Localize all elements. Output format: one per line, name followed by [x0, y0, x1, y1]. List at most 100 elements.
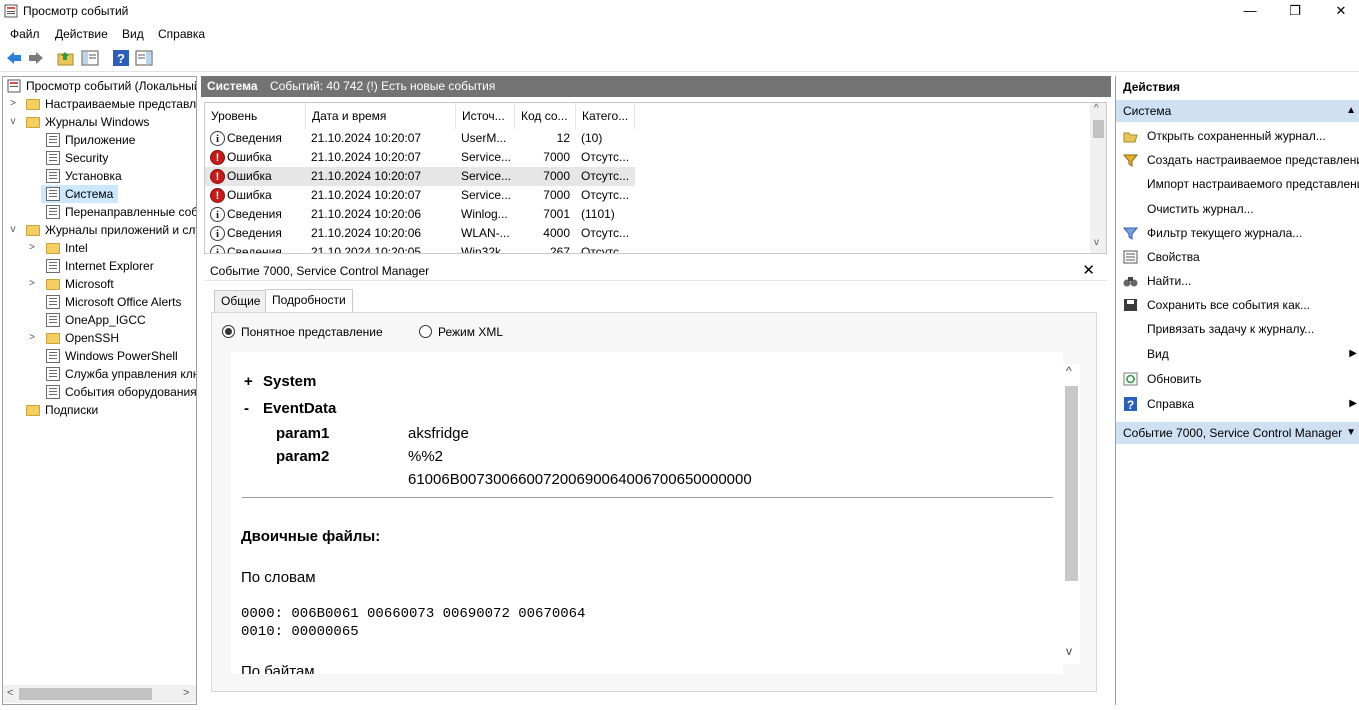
tree-item-microsoft[interactable]: > Microsoft	[5, 275, 195, 293]
action-item[interactable]: Импорт настраиваемого представления...	[1116, 172, 1359, 196]
menu-file[interactable]: Файл	[10, 27, 40, 41]
column-header-code[interactable]: Код со...	[515, 103, 576, 129]
show-hide-tree-icon[interactable]	[81, 49, 99, 67]
tab-details[interactable]: Подробности	[265, 289, 353, 312]
tree-item-key-mgmt[interactable]: Служба управления ключами	[5, 365, 196, 383]
action-item[interactable]: Открыть сохраненный журнал...	[1116, 124, 1359, 148]
radio-friendly-view[interactable]	[222, 325, 235, 338]
action-item[interactable]: Вид ▶	[1116, 342, 1359, 366]
grid-vertical-scrollbar[interactable]: ^ v	[1090, 103, 1106, 253]
scroll-up-icon[interactable]: ^	[1094, 103, 1099, 114]
chevron-right-icon[interactable]: >	[27, 239, 37, 257]
cell-code: 7000	[543, 169, 570, 183]
log-icon	[46, 205, 60, 219]
tree-item-powershell[interactable]: Windows PowerShell	[5, 347, 195, 365]
tree-item-label: OneApp_IGCC	[65, 313, 146, 327]
cell-code: 12	[556, 131, 570, 145]
help-icon[interactable]: ?	[112, 49, 130, 67]
column-header-source[interactable]: Источ...	[456, 103, 515, 129]
tree-item-hardware-events[interactable]: События оборудования	[5, 383, 196, 401]
tree-item-office-alerts[interactable]: Microsoft Office Alerts	[5, 293, 195, 311]
action-item[interactable]: Свойства	[1116, 245, 1359, 269]
forward-arrow-icon[interactable]	[27, 49, 45, 67]
action-item[interactable]: ? Справка ▶	[1116, 392, 1359, 416]
menu-view[interactable]: Вид	[122, 27, 144, 41]
up-folder-icon[interactable]	[57, 49, 75, 67]
action-item[interactable]: Обновить	[1116, 367, 1359, 391]
tree-item-intel[interactable]: > Intel	[5, 239, 195, 257]
tree-item-system-selected[interactable]: Система	[41, 185, 118, 203]
folder-icon	[26, 99, 40, 110]
menu-action[interactable]: Действие	[55, 27, 108, 41]
menu-help[interactable]: Справка	[158, 27, 205, 41]
chevron-down-icon[interactable]: v	[8, 221, 18, 239]
action-item-label: Привязать задачу к журналу...	[1147, 322, 1315, 336]
cell-level: Ошибка	[227, 150, 272, 164]
action-item[interactable]: Найти...	[1116, 269, 1359, 293]
folder-icon	[46, 333, 60, 344]
restore-button[interactable]: ❐	[1272, 0, 1318, 23]
chevron-right-icon[interactable]: >	[27, 329, 37, 347]
table-row[interactable]: ! Ошибка 21.10.2024 10:20:07 Service... 7000…	[205, 148, 635, 167]
column-header-date[interactable]: Дата и время	[306, 103, 456, 129]
scroll-thumb[interactable]	[19, 688, 152, 700]
chevron-right-icon[interactable]: >	[8, 95, 18, 113]
tree-item-security[interactable]: Security	[5, 149, 195, 167]
table-row[interactable]: i Сведения 21.10.2024 10:20:07 UserM... 12 (1…	[205, 129, 635, 148]
cell-code: 267	[549, 245, 570, 254]
table-row[interactable]: i Сведения 21.10.2024 10:20:06 WLAN-... 4000…	[205, 224, 635, 243]
show-hide-action-pane-icon[interactable]	[135, 49, 153, 67]
scroll-thumb[interactable]	[1093, 120, 1104, 138]
tree-windows-logs[interactable]: v Журналы Windows	[5, 113, 195, 131]
tab-general[interactable]: Общие	[214, 290, 268, 312]
action-item[interactable]: Очистить журнал...	[1116, 197, 1359, 221]
tree-item-setup[interactable]: Установка	[5, 167, 195, 185]
column-header-category[interactable]: Катего...	[576, 103, 635, 129]
tree-custom-views[interactable]: > Настраиваемые представления	[5, 95, 196, 113]
action-item[interactable]: Фильтр текущего журнала...	[1116, 221, 1359, 245]
tree-root[interactable]: Просмотр событий (Локальный)	[5, 77, 196, 95]
collapse-eventdata-icon[interactable]: -	[244, 400, 249, 417]
system-section[interactable]: System	[263, 373, 316, 390]
table-row[interactable]: ! Ошибка 21.10.2024 10:20:07 Service... 7000…	[205, 167, 635, 186]
tree-app-logs[interactable]: v Журналы приложений и служб	[5, 221, 197, 239]
scroll-up-icon[interactable]: ^	[1066, 364, 1072, 378]
expand-icon[interactable]: ▼	[1346, 422, 1356, 444]
tree-subscriptions[interactable]: Подписки	[5, 401, 195, 419]
tree-horizontal-scrollbar[interactable]: < >	[3, 685, 196, 703]
tree-item-forwarded[interactable]: Перенаправленные события	[5, 203, 196, 221]
actions-section-event[interactable]: Событие 7000, Service Control Manager ▼	[1116, 422, 1359, 444]
column-header-level[interactable]: Уровень	[205, 103, 306, 129]
close-window-button[interactable]: ✕	[1318, 0, 1359, 23]
cell-cat: Отсутс...	[581, 245, 630, 254]
back-arrow-icon[interactable]	[5, 49, 23, 67]
tree-item-application[interactable]: Приложение	[5, 131, 195, 149]
actions-section-system[interactable]: Система ▲	[1116, 100, 1359, 122]
action-item[interactable]: Привязать задачу к журналу...	[1116, 317, 1359, 341]
radio-xml-view[interactable]	[419, 325, 432, 338]
action-item[interactable]: Создать настраиваемое представление...	[1116, 148, 1359, 172]
collapse-icon[interactable]: ▲	[1346, 100, 1356, 122]
detail-vertical-scrollbar[interactable]: ^ v	[1063, 364, 1080, 664]
toolbar: ?	[0, 44, 1359, 72]
eventdata-section[interactable]: EventData	[263, 400, 336, 417]
scroll-down-icon[interactable]: v	[1066, 644, 1072, 658]
table-row[interactable]: i Сведения 21.10.2024 10:20:06 Winlog... 700…	[205, 205, 635, 224]
scroll-left-icon[interactable]: <	[7, 687, 13, 699]
action-item-label: Открыть сохраненный журнал...	[1147, 129, 1326, 143]
table-row[interactable]: ! Ошибка 21.10.2024 10:20:07 Service... 7000…	[205, 186, 635, 205]
info-icon: i	[210, 207, 225, 222]
tree-item-ie[interactable]: Internet Explorer	[5, 257, 195, 275]
scroll-right-icon[interactable]: >	[183, 687, 189, 699]
scroll-thumb[interactable]	[1065, 386, 1078, 581]
minimize-button[interactable]: —	[1227, 0, 1273, 23]
close-icon[interactable]: ✕	[1082, 261, 1095, 279]
tree-item-openssh[interactable]: > OpenSSH	[5, 329, 195, 347]
scroll-down-icon[interactable]: v	[1094, 237, 1099, 248]
action-item[interactable]: Сохранить все события как...	[1116, 293, 1359, 317]
expand-system-icon[interactable]: +	[244, 373, 253, 390]
tree-item-oneapp[interactable]: OneApp_IGCC	[5, 311, 195, 329]
chevron-down-icon[interactable]: v	[8, 113, 18, 131]
chevron-right-icon[interactable]: >	[27, 275, 37, 293]
table-row[interactable]: i Сведения 21.10.2024 10:20:05 Win32k 267 Отс…	[205, 243, 635, 254]
